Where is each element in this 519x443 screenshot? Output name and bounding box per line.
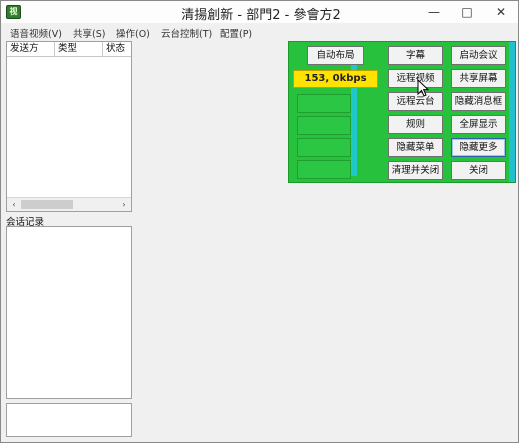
menu-voice-video[interactable]: 语音视频(V) [10, 26, 62, 40]
close-icon[interactable]: ✕ [488, 3, 514, 21]
mouse-cursor-icon [417, 79, 429, 97]
menu-ptz-control[interactable]: 云台控制(T) [161, 26, 212, 40]
minimize-icon[interactable]: — [421, 3, 447, 21]
scrollbar-thumb[interactable] [21, 200, 73, 209]
hide-more-button[interactable]: 隐藏更多 [451, 138, 506, 157]
share-screen-button[interactable]: 共享屏幕 [451, 69, 506, 88]
menu-operation[interactable]: 操作(O) [116, 26, 150, 40]
participants-list[interactable]: 发送方 类型 状态 ‹ › [6, 41, 132, 212]
maximize-icon[interactable]: □ [454, 3, 480, 21]
menu-bar: 语音视频(V) 共享(S) 操作(O) 云台控制(T) 配置(P) [1, 23, 518, 40]
close-button[interactable]: 关闭 [451, 161, 506, 180]
menu-config[interactable]: 配置(P) [220, 26, 252, 40]
start-meeting-button[interactable]: 启动会议 [451, 46, 506, 65]
rules-button[interactable]: 规则 [388, 115, 443, 134]
clear-and-close-button[interactable]: 清理并关闭 [388, 161, 443, 180]
panel-edge [509, 42, 515, 182]
control-panel: 自动布局 153, 0kbps 字幕 启动会议 远程视频 共享屏幕 远程云台 隐… [288, 41, 516, 183]
auto-layout-button[interactable]: 自动布局 [307, 46, 364, 65]
app-logo-icon: 视 [6, 5, 21, 19]
fullscreen-button[interactable]: 全屏显示 [451, 115, 506, 134]
bandwidth-display: 153, 0kbps [293, 70, 378, 88]
message-input[interactable] [6, 403, 132, 437]
title-bar: 视 清揚創新 - 部門2 - 參會方2 — □ ✕ [1, 1, 518, 23]
column-type[interactable]: 类型 [55, 42, 103, 57]
hide-message-box-button[interactable]: 隐藏消息框 [451, 92, 506, 111]
subtitle-button[interactable]: 字幕 [388, 46, 443, 65]
hide-menu-button[interactable]: 隐藏菜单 [388, 138, 443, 157]
remote-ptz-button[interactable]: 远程云台 [388, 92, 443, 111]
menu-share[interactable]: 共享(S) [73, 26, 105, 40]
app-window: 视 清揚創新 - 部門2 - 參會方2 — □ ✕ 语音视频(V) 共享(S) … [0, 0, 519, 443]
horizontal-scrollbar[interactable]: ‹ › [7, 197, 131, 211]
column-sender[interactable]: 发送方 [7, 42, 55, 57]
column-status[interactable]: 状态 [103, 42, 131, 57]
video-slot [297, 138, 351, 157]
window-title: 清揚創新 - 部門2 - 參會方2 [181, 8, 341, 23]
remote-video-button[interactable]: 远程视频 [388, 69, 443, 88]
scroll-left-icon[interactable]: ‹ [8, 199, 20, 210]
chat-log-area[interactable] [6, 226, 132, 399]
video-slot [297, 116, 351, 135]
video-slot [297, 160, 351, 179]
video-slot [297, 94, 351, 113]
scroll-right-icon[interactable]: › [118, 199, 130, 210]
